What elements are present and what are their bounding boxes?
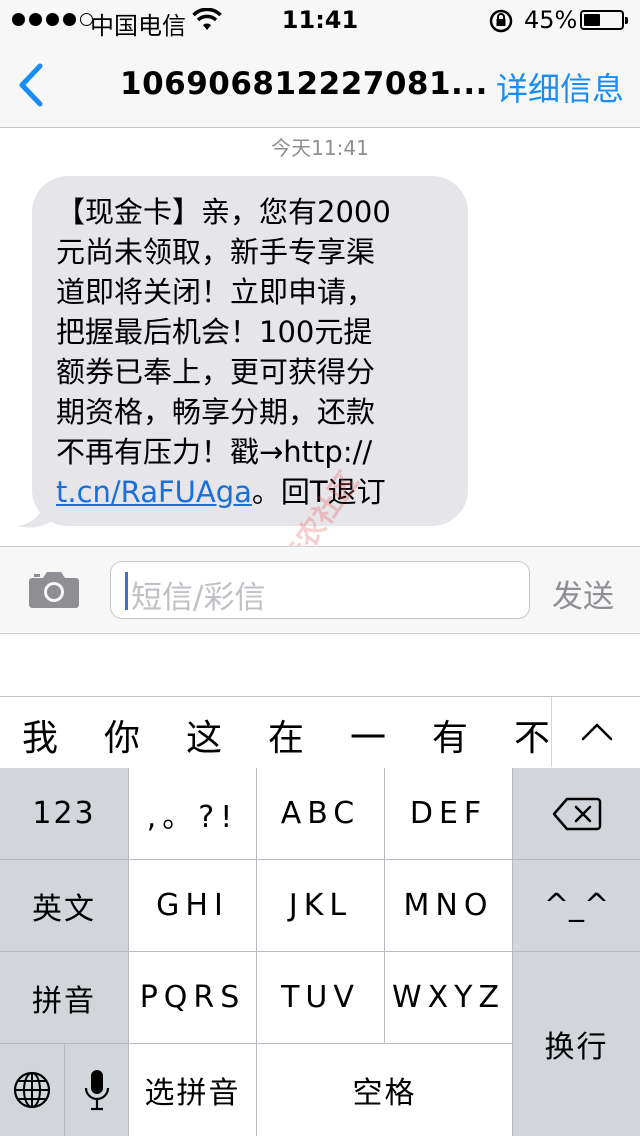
message-line: 把握最后机会！100元提 xyxy=(56,315,373,349)
details-button[interactable]: 详细信息 xyxy=(496,64,624,110)
keyboard: 123 ,。?! ABC DEF 英文 GHI JKL MNO ^_^ 拼音 P… xyxy=(0,768,640,1136)
message-input[interactable]: 短信/彩信 xyxy=(110,561,530,619)
send-button[interactable]: 发送 xyxy=(552,571,614,616)
message-line: 不再有压力！戳→http:// xyxy=(56,435,373,469)
key-english[interactable]: 英文 xyxy=(0,860,128,951)
key-ghi[interactable]: GHI xyxy=(129,860,256,951)
candidate-item[interactable]: 这 xyxy=(186,709,222,761)
candidate-bar: 我 你 这 在 一 有 不 xyxy=(0,696,640,768)
microphone-icon xyxy=(84,1070,109,1111)
key-globe[interactable] xyxy=(0,1044,64,1136)
key-def[interactable]: DEF xyxy=(385,768,512,859)
message-link-suffix: 。回T退订 xyxy=(251,475,386,509)
key-newline[interactable]: 换行 xyxy=(513,952,640,1136)
key-pqrs[interactable]: PQRS xyxy=(129,952,256,1043)
key-jkl[interactable]: JKL xyxy=(257,860,384,951)
key-backspace[interactable] xyxy=(513,768,640,859)
message-line: 额券已奉上，更可获得分 xyxy=(56,355,376,389)
battery-percent: 45% xyxy=(524,6,578,34)
message-text: 【现金卡】亲，您有2000 元尚未领取，新手专享渠 道即将关闭！立即申请， 把握… xyxy=(56,192,450,512)
candidate-item[interactable]: 我 xyxy=(22,709,58,761)
status-bar: 中国电信 11:41 45% xyxy=(0,0,640,40)
key-123[interactable]: 123 xyxy=(0,768,128,859)
text-caret xyxy=(125,572,128,610)
globe-icon xyxy=(13,1071,51,1109)
key-mno[interactable]: MNO xyxy=(385,860,512,951)
rotation-lock-icon xyxy=(489,9,513,33)
chevron-up-icon xyxy=(581,723,613,741)
key-tuv[interactable]: TUV xyxy=(257,952,384,1043)
candidate-item[interactable]: 一 xyxy=(350,709,386,761)
key-abc[interactable]: ABC xyxy=(257,768,384,859)
message-placeholder: 短信/彩信 xyxy=(131,580,266,616)
navigation-bar: 106906812227081... 详细信息 xyxy=(0,40,640,128)
key-emoticon[interactable]: ^_^ xyxy=(513,860,640,951)
conversation-title: 106906812227081... xyxy=(120,66,488,102)
key-wxyz[interactable]: WXYZ xyxy=(385,952,512,1043)
message-line-last: t.cn/RaFUAga。回T退订 xyxy=(56,472,450,512)
message-line: 【现金卡】亲，您有2000 xyxy=(56,195,391,229)
battery-icon xyxy=(580,10,628,30)
message-bubble: 【现金卡】亲，您有2000 元尚未领取，新手专享渠 道即将关闭！立即申请， 把握… xyxy=(32,176,468,526)
message-line: 道即将关闭！立即申请， xyxy=(56,275,376,309)
message-line: 期资格，畅享分期，还款 xyxy=(56,395,376,429)
key-select-pinyin[interactable]: 选拼音 xyxy=(129,1044,256,1136)
candidate-item[interactable]: 不 xyxy=(514,709,550,761)
message-link[interactable]: t.cn/RaFUAga xyxy=(56,475,252,509)
back-chevron-icon[interactable] xyxy=(14,62,48,108)
camera-icon[interactable] xyxy=(28,569,80,609)
key-microphone[interactable] xyxy=(65,1044,128,1136)
collapse-candidates-button[interactable] xyxy=(551,697,640,767)
key-pinyin[interactable]: 拼音 xyxy=(0,952,128,1043)
message-line: 元尚未领取，新手专享渠 xyxy=(56,235,376,269)
candidate-item[interactable]: 有 xyxy=(432,709,468,761)
message-timestamp: 今天11:41 xyxy=(271,136,369,160)
backspace-icon xyxy=(552,797,601,830)
compose-bar: 短信/彩信 发送 xyxy=(0,546,640,634)
key-space[interactable]: 空格 xyxy=(257,1044,512,1136)
candidate-item[interactable]: 你 xyxy=(104,709,140,761)
candidate-item[interactable]: 在 xyxy=(268,709,304,761)
key-punctuation[interactable]: ,。?! xyxy=(129,768,256,859)
